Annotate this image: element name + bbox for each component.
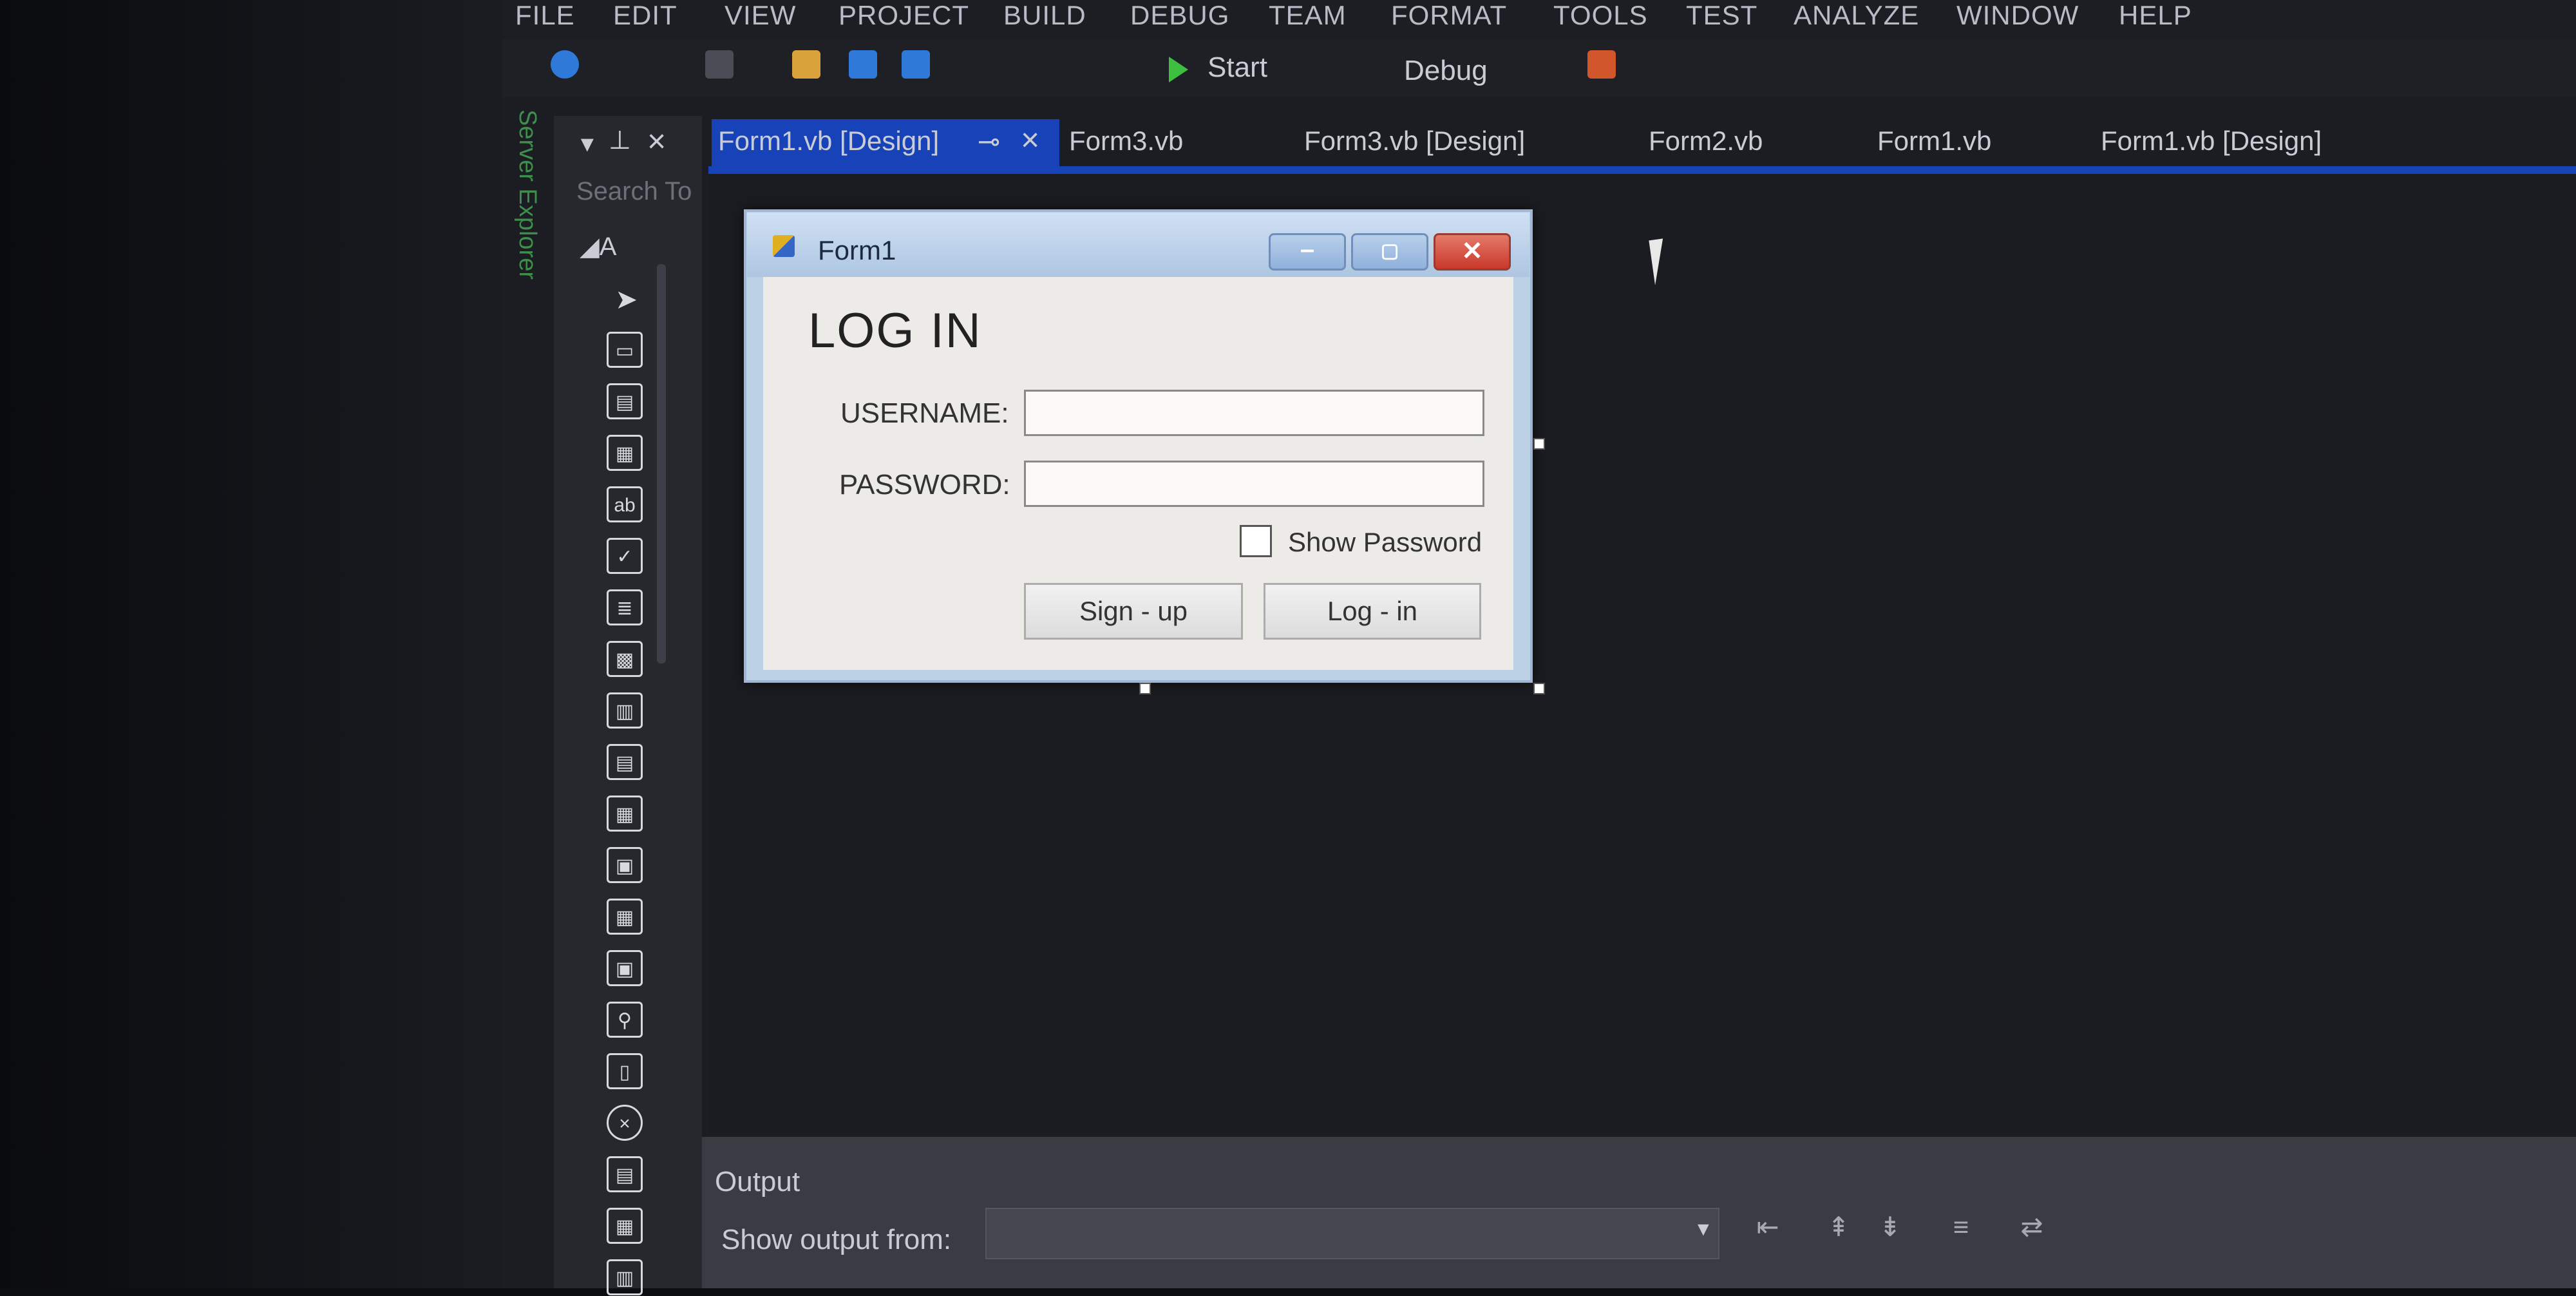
toolbox-scrollbar[interactable] bbox=[657, 264, 666, 663]
clear-all-icon[interactable]: ≡ bbox=[1945, 1211, 1977, 1243]
show-password-label: Show Password bbox=[1288, 527, 1482, 557]
server-explorer-tab[interactable]: Server Explorer bbox=[509, 110, 547, 316]
tool-domainupdown-icon[interactable]: ▯ bbox=[607, 1053, 643, 1089]
tool-bindingsource-icon[interactable]: ▦ bbox=[607, 435, 643, 471]
word-wrap-icon[interactable]: ⇄ bbox=[2016, 1211, 2048, 1243]
password-input[interactable] bbox=[1024, 461, 1484, 507]
new-project-icon[interactable] bbox=[705, 50, 734, 79]
pin-tab-icon[interactable]: ⊸ bbox=[978, 126, 1000, 157]
menu-bar bbox=[502, 0, 2576, 35]
password-label: PASSWORD: bbox=[839, 469, 1010, 500]
toolbar-extra-icon[interactable] bbox=[1587, 50, 1616, 79]
login-heading: LOG IN bbox=[808, 303, 982, 358]
close-tab-icon[interactable]: × bbox=[1021, 121, 1039, 158]
login-button[interactable]: Log - in bbox=[1264, 583, 1481, 640]
tool-errorprovider-icon[interactable]: × bbox=[607, 1105, 643, 1141]
form-title: Form1 bbox=[818, 235, 896, 265]
tab-form1-vb[interactable]: Form1.vb bbox=[1877, 126, 1991, 157]
start-icon[interactable] bbox=[1169, 57, 1188, 82]
resize-handle-corner[interactable] bbox=[1533, 683, 1545, 694]
start-button[interactable]: Start bbox=[1208, 52, 1267, 84]
menu-analyze[interactable]: ANALYZE bbox=[1794, 0, 1919, 31]
maximize-button[interactable]: ▢ bbox=[1351, 233, 1428, 271]
tab-form1-design[interactable]: Form1.vb [Design] bbox=[718, 126, 939, 157]
tool-filesystemwatcher-icon[interactable]: ▦ bbox=[607, 1208, 643, 1244]
save-all-icon[interactable] bbox=[902, 50, 930, 79]
username-input[interactable] bbox=[1024, 390, 1484, 436]
tool-directorysearcher-icon[interactable]: ⚲ bbox=[607, 1002, 643, 1038]
previous-message-icon[interactable]: ⇞ bbox=[1823, 1211, 1855, 1243]
menu-format[interactable]: FORMAT bbox=[1391, 0, 1507, 31]
solution-config-dropdown[interactable]: Debug bbox=[1404, 55, 1488, 87]
save-icon[interactable] bbox=[849, 50, 877, 79]
toolbox-dropdown-icon[interactable]: ▼ bbox=[576, 132, 598, 157]
form-close-button[interactable]: ✕ bbox=[1434, 233, 1511, 271]
output-title: Output bbox=[715, 1166, 800, 1197]
pointer-tool-icon[interactable]: ➤ bbox=[615, 283, 638, 315]
tab-strip-underline bbox=[708, 166, 2576, 174]
tool-bindingnavigator-icon[interactable]: ▤ bbox=[607, 383, 643, 419]
show-password-checkbox[interactable] bbox=[1240, 525, 1272, 557]
menu-edit[interactable]: EDIT bbox=[613, 0, 677, 31]
monitor-bezel bbox=[0, 0, 502, 1288]
tab-form3-vb[interactable]: Form3.vb bbox=[1069, 126, 1183, 157]
tool-button-icon[interactable]: ab bbox=[607, 486, 643, 522]
tab-form1-design-2[interactable]: Form1.vb [Design] bbox=[2101, 126, 2322, 157]
menu-tools[interactable]: TOOLS bbox=[1553, 0, 1648, 31]
open-folder-icon[interactable] bbox=[792, 50, 820, 79]
tab-form2-vb[interactable]: Form2.vb bbox=[1649, 126, 1763, 157]
tool-eventlog-icon[interactable]: ▤ bbox=[607, 1156, 643, 1192]
form-app-icon bbox=[773, 235, 795, 257]
toolbox-group-header[interactable]: ◢A bbox=[580, 232, 616, 262]
resize-handle-bottom[interactable] bbox=[1139, 683, 1151, 694]
tab-form3-design[interactable]: Form3.vb [Design] bbox=[1304, 126, 1525, 157]
next-message-icon[interactable]: ⇟ bbox=[1874, 1211, 1906, 1243]
chevron-down-icon[interactable]: ▼ bbox=[1694, 1219, 1713, 1241]
resize-handle-right[interactable] bbox=[1533, 438, 1545, 450]
menu-window[interactable]: WINDOW bbox=[1956, 0, 2079, 31]
menu-build[interactable]: BUILD bbox=[1003, 0, 1086, 31]
menu-view[interactable]: VIEW bbox=[724, 0, 796, 31]
tool-datetimepicker-icon[interactable]: ▦ bbox=[607, 899, 643, 935]
tool-checkedlistbox-icon[interactable]: ≣ bbox=[607, 589, 643, 625]
menu-file[interactable]: FILE bbox=[515, 0, 575, 31]
tool-contextmenu-icon[interactable]: ▤ bbox=[607, 744, 643, 780]
menu-test[interactable]: TEST bbox=[1686, 0, 1757, 31]
menu-team[interactable]: TEAM bbox=[1269, 0, 1347, 31]
minimize-button[interactable]: – bbox=[1269, 233, 1346, 271]
toolbox-group-label: A bbox=[599, 233, 617, 261]
output-source-select[interactable] bbox=[985, 1208, 1719, 1259]
close-icon[interactable]: × bbox=[647, 122, 666, 160]
tool-colordialog-icon[interactable]: ▩ bbox=[607, 641, 643, 677]
menu-debug[interactable]: DEBUG bbox=[1130, 0, 1229, 31]
find-message-icon[interactable]: ⇤ bbox=[1752, 1211, 1784, 1243]
pin-icon[interactable]: ⊥ bbox=[609, 126, 631, 155]
tool-checkbox-icon[interactable]: ✓ bbox=[607, 538, 643, 574]
tool-backgroundworker-icon[interactable]: ▭ bbox=[607, 332, 643, 368]
back-icon[interactable] bbox=[551, 50, 579, 79]
menu-help[interactable]: HELP bbox=[2119, 0, 2192, 31]
tool-datagridview-icon[interactable]: ▣ bbox=[607, 847, 643, 883]
tool-combobox-icon[interactable]: ▥ bbox=[607, 692, 643, 729]
username-label: USERNAME: bbox=[840, 397, 1009, 429]
tool-directoryentry-icon[interactable]: ▣ bbox=[607, 950, 643, 986]
show-output-from-label: Show output from: bbox=[721, 1224, 952, 1255]
tool-dataset-icon[interactable]: ▦ bbox=[607, 796, 643, 832]
server-explorer-label: Server Explorer bbox=[514, 110, 541, 280]
menu-project[interactable]: PROJECT bbox=[838, 0, 969, 31]
toolbox-search[interactable]: Search To bbox=[576, 177, 692, 206]
tool-flowlayoutpanel-icon[interactable]: ▥ bbox=[607, 1259, 643, 1295]
signup-button[interactable]: Sign - up bbox=[1024, 583, 1243, 640]
